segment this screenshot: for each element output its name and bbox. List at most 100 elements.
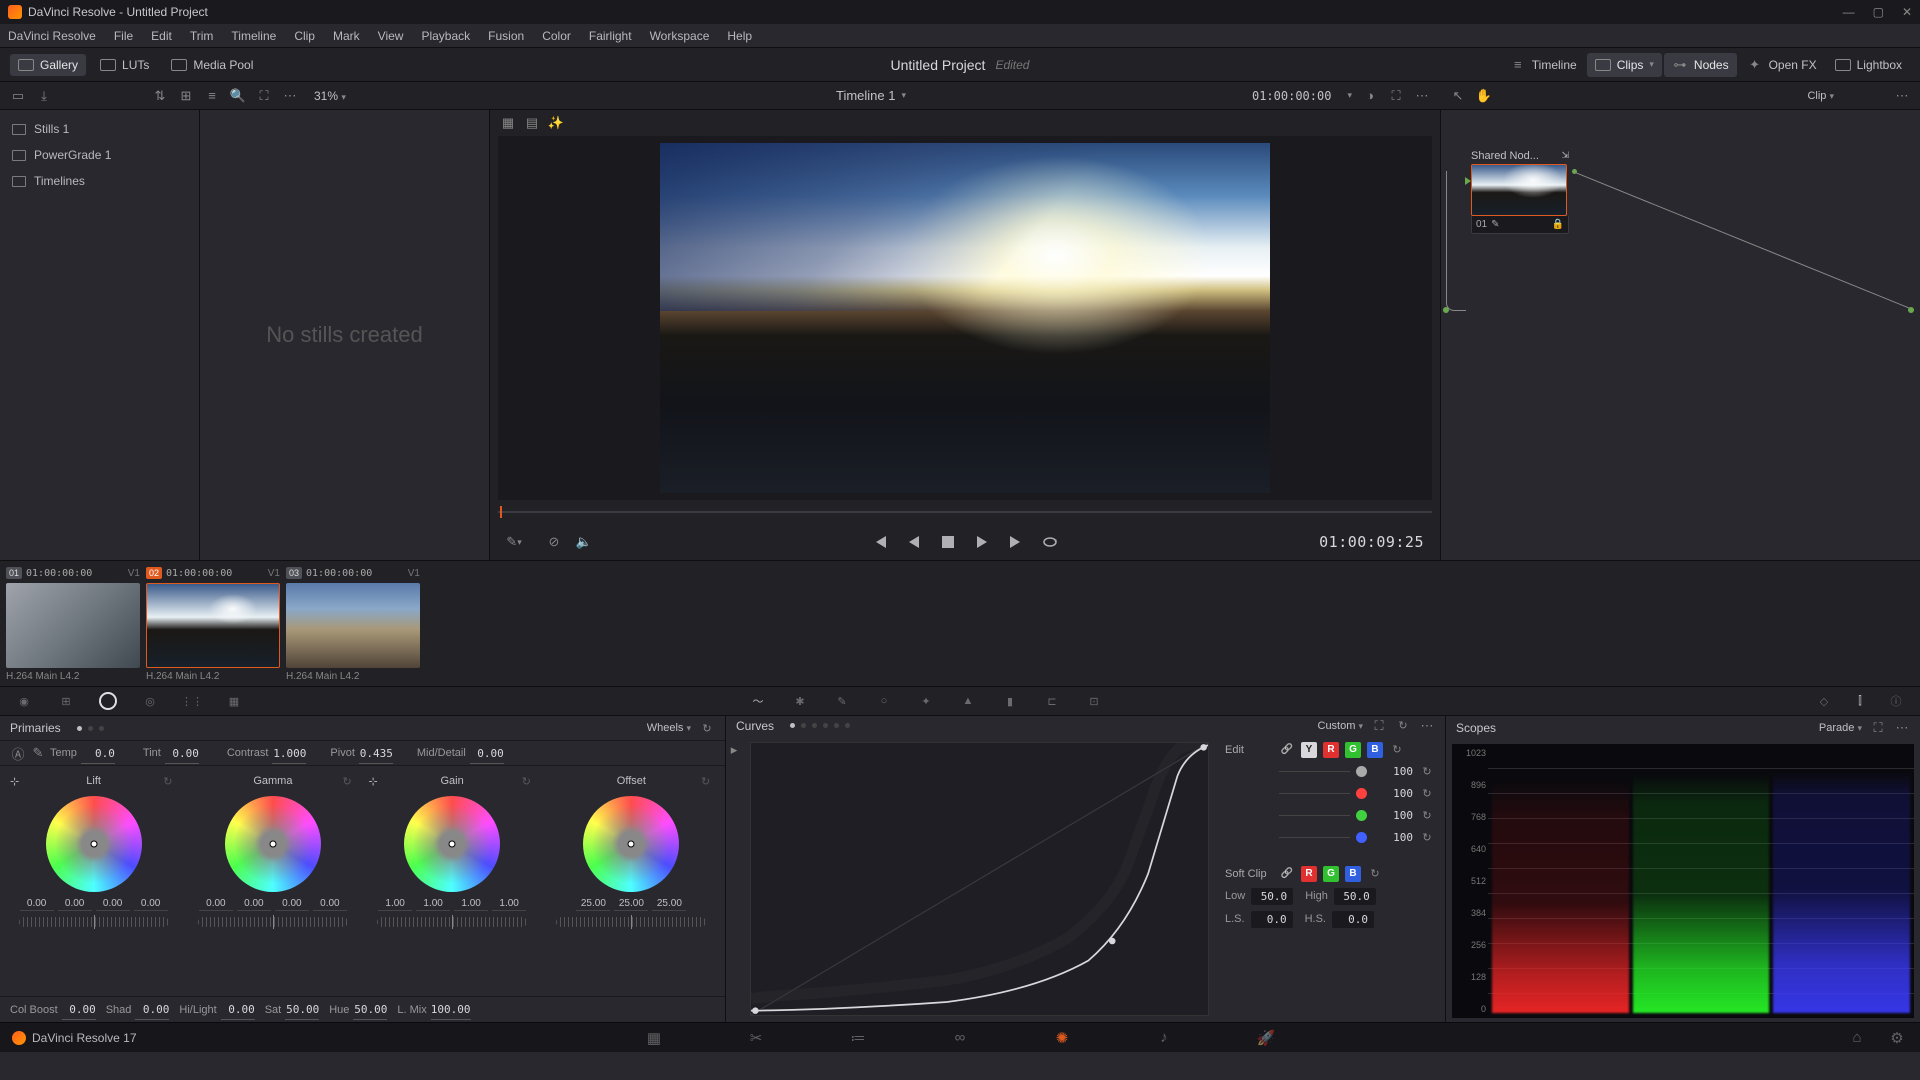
reset-primaries-icon[interactable] <box>699 720 715 736</box>
gallery-item-powergrade[interactable]: PowerGrade 1 <box>0 142 199 168</box>
menu-clip[interactable]: Clip <box>294 29 315 43</box>
gallery-add-icon[interactable]: ⤓ <box>36 88 52 104</box>
play-button[interactable] <box>973 533 991 551</box>
motion-effects-icon[interactable]: ▦ <box>224 691 244 711</box>
minimize-button[interactable]: — <box>1843 5 1855 19</box>
camera-raw-icon[interactable]: ◉ <box>14 691 34 711</box>
qualifier-icon[interactable]: ✎ <box>832 691 852 711</box>
viewer-canvas[interactable] <box>498 136 1432 500</box>
nodes-panel[interactable]: Shared Nod... ⇲ 01✎🔒 <box>1440 110 1920 560</box>
wheels-mode-dropdown[interactable]: Wheels ▾ <box>647 722 691 734</box>
sc-hs-value[interactable]: 0.0 <box>1332 911 1374 928</box>
sort-icon[interactable]: ⇅ <box>152 88 168 104</box>
timeline-toggle[interactable]: ≡Timeline <box>1502 53 1585 77</box>
menu-color[interactable]: Color <box>542 29 571 43</box>
viewer-more-icon[interactable]: ⋯ <box>1414 88 1430 104</box>
lift-jog[interactable] <box>19 917 169 927</box>
gallery-toggle[interactable]: Gallery <box>10 54 86 76</box>
sat-value[interactable]: 50.00 <box>285 1003 319 1016</box>
menu-edit[interactable]: Edit <box>151 29 172 43</box>
clip-thumb-1[interactable]: 0101:00:00:00V1 H.264 Main L4.2 <box>6 565 140 682</box>
node-shared[interactable]: Shared Nod... ⇲ 01✎🔒 <box>1471 150 1569 234</box>
contrast-value[interactable]: 1.000 <box>272 747 306 760</box>
last-frame-button[interactable] <box>1007 533 1025 551</box>
curves-graph[interactable] <box>750 742 1209 1016</box>
curves-more-icon[interactable]: ⋯ <box>1419 718 1435 734</box>
page-fusion-icon[interactable]: ∞ <box>949 1029 971 1047</box>
grid-view-icon[interactable]: ⊞ <box>178 88 194 104</box>
page-edit-icon[interactable]: ≔ <box>847 1029 869 1047</box>
edit-link-icon[interactable] <box>1279 742 1295 758</box>
grab-still-icon[interactable]: ✎▾ <box>506 534 522 550</box>
sc-g-button[interactable]: G <box>1323 866 1339 882</box>
page-deliver-icon[interactable]: 🚀 <box>1255 1029 1277 1047</box>
auto-balance-icon[interactable]: Ⓐ <box>10 745 26 761</box>
stop-button[interactable] <box>939 533 957 551</box>
info-icon[interactable]: ⓘ <box>1886 691 1906 711</box>
pointer-icon[interactable]: ↖ <box>1450 88 1466 104</box>
menu-playback[interactable]: Playback <box>421 29 470 43</box>
curves-icon[interactable]: 〜 <box>748 691 768 711</box>
viewer-highlight-icon[interactable]: ▤ <box>524 115 540 131</box>
clips-toggle[interactable]: Clips▾ <box>1587 53 1662 77</box>
first-frame-button[interactable] <box>871 533 889 551</box>
clip-thumb-3[interactable]: 0301:00:00:00V1 H.264 Main L4.2 <box>286 565 420 682</box>
sc-ls-value[interactable]: 0.0 <box>1251 911 1293 928</box>
viewer-qualifier-icon[interactable]: ▦ <box>500 115 516 131</box>
keyframes-icon[interactable]: ◇ <box>1814 691 1834 711</box>
page-cut-icon[interactable]: ✂ <box>745 1029 767 1047</box>
gallery-view-icon[interactable]: ▭ <box>10 88 26 104</box>
color-wheels-icon[interactable] <box>98 691 118 711</box>
nodes-more-icon[interactable]: ⋯ <box>1894 88 1910 104</box>
clip-mode-dropdown[interactable]: Clip ▾ <box>1807 90 1834 102</box>
gallery-item-timelines[interactable]: Timelines <box>0 168 199 194</box>
sc-r-button[interactable]: R <box>1301 866 1317 882</box>
scopes-mode-dropdown[interactable]: Parade ▾ <box>1819 722 1862 734</box>
sc-b-button[interactable]: B <box>1345 866 1361 882</box>
chan-b-button[interactable]: B <box>1367 742 1383 758</box>
hue-value[interactable]: 50.00 <box>353 1003 387 1016</box>
gain-reset-icon[interactable] <box>522 775 534 787</box>
key-icon[interactable]: ⊏ <box>1042 691 1062 711</box>
close-button[interactable]: ✕ <box>1902 5 1912 19</box>
timeline-name[interactable]: Timeline 1 <box>836 88 895 103</box>
menu-fusion[interactable]: Fusion <box>488 29 524 43</box>
curves-mode-dropdown[interactable]: Custom ▾ <box>1318 720 1364 732</box>
zoom-dropdown[interactable]: 31% ▾ <box>314 89 346 103</box>
maximize-viewer-icon[interactable]: ⛶ <box>256 88 272 104</box>
media-pool-toggle[interactable]: Media Pool <box>163 54 261 76</box>
sc-high-value[interactable]: 50.0 <box>1334 888 1376 905</box>
scopes-icon[interactable]: ⫿ <box>1850 691 1870 711</box>
menu-app[interactable]: DaVinci Resolve <box>8 29 96 43</box>
lmix-value[interactable]: 100.00 <box>431 1003 471 1016</box>
mute-icon[interactable]: 🔈 <box>576 534 592 550</box>
colboost-value[interactable]: 0.00 <box>62 1003 96 1016</box>
prev-frame-button[interactable] <box>905 533 923 551</box>
menu-timeline[interactable]: Timeline <box>231 29 276 43</box>
chan-y-button[interactable]: Y <box>1301 742 1317 758</box>
openfx-toggle[interactable]: ✦Open FX <box>1739 53 1825 77</box>
gamma-jog[interactable] <box>198 917 348 927</box>
scrubber[interactable] <box>498 504 1432 520</box>
color-match-icon[interactable]: ⊞ <box>56 691 76 711</box>
gain-picker-icon[interactable]: ⊹ <box>369 775 381 787</box>
shad-value[interactable]: 0.00 <box>135 1003 169 1016</box>
menu-workspace[interactable]: Workspace <box>650 29 710 43</box>
tint-value[interactable]: 0.00 <box>165 747 199 760</box>
blur-icon[interactable]: ▮ <box>1000 691 1020 711</box>
hand-icon[interactable]: ✋ <box>1476 88 1492 104</box>
page-color-icon[interactable]: ✺ <box>1051 1029 1073 1047</box>
hilight-value[interactable]: 0.00 <box>221 1003 255 1016</box>
curve-collapse-icon[interactable]: ▸ <box>726 742 742 758</box>
page-fairlight-icon[interactable]: ♪ <box>1153 1029 1175 1047</box>
gamma-reset-icon[interactable] <box>343 775 355 787</box>
offset-jog[interactable] <box>556 917 706 927</box>
image-wipe-icon[interactable]: ◑ <box>1362 88 1378 104</box>
menu-file[interactable]: File <box>114 29 133 43</box>
gain-jog[interactable] <box>377 917 527 927</box>
expand-icon[interactable]: ⛶ <box>1388 88 1404 104</box>
viewer-wand-icon[interactable]: ✨ <box>548 115 564 131</box>
chan-g-button[interactable]: G <box>1345 742 1361 758</box>
maximize-button[interactable]: ▢ <box>1873 5 1884 19</box>
curves-expand-icon[interactable]: ⛶ <box>1371 718 1387 734</box>
